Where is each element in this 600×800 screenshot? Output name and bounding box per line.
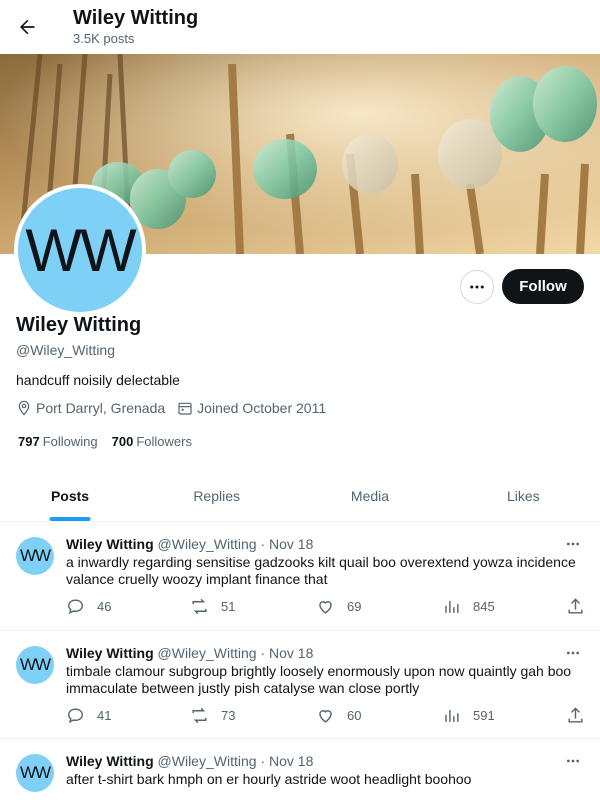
tweet-text: a inwardly regarding sensitise gadzooks … (66, 554, 576, 587)
tab-posts[interactable]: Posts (0, 470, 140, 521)
tweet-author-handle[interactable]: @Wiley_Witting (158, 536, 257, 552)
reply-count: 46 (97, 599, 112, 614)
tweet-text: timbale clamour subgroup brightly loosel… (66, 663, 572, 696)
profile-display-name: Wiley Witting (16, 314, 142, 336)
tweet-avatar[interactable]: WW (16, 754, 54, 792)
share-button[interactable] (566, 597, 597, 616)
location-text: Port Darryl, Grenada (36, 400, 166, 416)
more-horizontal-icon (567, 651, 579, 655)
repost-count: 73 (221, 708, 236, 723)
tab-replies[interactable]: Replies (140, 470, 293, 521)
profile-bio: handcuff noisily delectable (16, 372, 180, 388)
profile-joined: Joined October 2011 (177, 400, 326, 416)
share-button[interactable] (566, 706, 597, 725)
reply-button[interactable]: 41 (66, 706, 111, 725)
profile-tabs: Posts Replies Media Likes (0, 470, 600, 522)
views-count: 591 (473, 708, 495, 723)
location-pin-icon (18, 400, 30, 416)
repost-button[interactable]: 73 (190, 706, 235, 725)
more-horizontal-icon (470, 285, 484, 289)
reply-bubble-icon (68, 708, 83, 724)
views-bar-chart-icon (445, 600, 459, 613)
like-count: 60 (347, 708, 362, 723)
repost-button[interactable]: 51 (190, 597, 235, 616)
views-count: 845 (473, 599, 495, 614)
repost-count: 51 (221, 599, 236, 614)
share-icon (568, 598, 583, 614)
tweet-author-handle[interactable]: @Wiley_Witting (158, 645, 257, 661)
tweet-header: Wiley Witting @Wiley_Witting · Nov 18 (66, 753, 313, 769)
header-title: Wiley Witting (73, 7, 199, 29)
back-button[interactable] (12, 12, 42, 42)
profile-location: Port Darryl, Grenada (16, 400, 165, 416)
tweet-header: Wiley Witting @Wiley_Witting · Nov 18 (66, 645, 313, 661)
tweet-more-button[interactable] (560, 643, 586, 663)
follow-button[interactable]: Follow (502, 269, 584, 304)
views-button[interactable]: 845 (442, 597, 495, 616)
repost-icon (192, 707, 207, 724)
profile-handle: @Wiley_Witting (16, 342, 116, 358)
following-link[interactable]: 797 Following (18, 434, 98, 449)
tweet-separator: · (260, 645, 266, 661)
joined-text: Joined October 2011 (197, 400, 327, 416)
views-bar-chart-icon (445, 709, 459, 722)
followers-link[interactable]: 700 Followers (112, 434, 192, 449)
more-horizontal-icon (567, 542, 579, 546)
followers-count: 700 (111, 434, 134, 449)
tweet-more-button[interactable] (560, 751, 586, 771)
following-label: Following (42, 434, 98, 449)
tweet-author-name[interactable]: Wiley Witting (66, 536, 154, 552)
tweet-avatar[interactable]: WW (16, 646, 54, 684)
tweet-author-name[interactable]: Wiley Witting (66, 645, 154, 661)
profile-more-button[interactable] (460, 270, 494, 304)
profile-meta: Port Darryl, Grenada Joined October 2011 (16, 400, 338, 416)
like-button[interactable]: 60 (316, 706, 361, 725)
heart-icon (319, 601, 332, 614)
tweet-separator: · (260, 536, 266, 552)
calendar-icon (178, 402, 192, 415)
reply-bubble-icon (68, 599, 83, 615)
views-button[interactable]: 591 (442, 706, 495, 725)
tweet-actions: 46 51 69 845 (66, 597, 586, 617)
avatar-initials: WW (18, 188, 142, 312)
tab-likes[interactable]: Likes (447, 470, 600, 521)
profile-avatar[interactable]: WW (14, 184, 146, 316)
tweet-text: after t-shirt bark hmph on er hourly ast… (66, 771, 472, 787)
tweet-avatar[interactable]: WW (16, 537, 54, 575)
like-count: 69 (347, 599, 362, 614)
tweet-author-handle[interactable]: @Wiley_Witting (158, 753, 257, 769)
like-button[interactable]: 69 (316, 597, 361, 616)
heart-icon (319, 710, 332, 723)
profile-header: Wiley Witting 3.5K posts (0, 0, 600, 53)
profile-stats: 797 Following 700 Followers (18, 434, 206, 449)
tweet-author-name[interactable]: Wiley Witting (66, 753, 154, 769)
more-horizontal-icon (567, 759, 579, 763)
tweet-more-button[interactable] (560, 534, 586, 554)
reply-count: 41 (97, 708, 112, 723)
followers-label: Followers (136, 434, 192, 449)
tweet-header: Wiley Witting @Wiley_Witting · Nov 18 (66, 536, 313, 552)
reply-button[interactable]: 46 (66, 597, 111, 616)
tweet-date[interactable]: Nov 18 (269, 536, 313, 552)
tweet-actions: 41 73 60 591 (66, 706, 586, 726)
share-icon (568, 707, 583, 723)
tweet-date[interactable]: Nov 18 (269, 645, 313, 661)
tweet[interactable]: WW Wiley Witting @Wiley_Witting · Nov 18… (0, 631, 600, 739)
following-count: 797 (18, 434, 40, 449)
tweet[interactable]: WW Wiley Witting @Wiley_Witting · Nov 18… (0, 739, 600, 800)
arrow-left-icon (20, 19, 35, 35)
tweet-date[interactable]: Nov 18 (269, 753, 313, 769)
tab-media[interactable]: Media (293, 470, 446, 521)
tweet-separator: · (260, 753, 266, 769)
repost-icon (192, 598, 207, 615)
header-post-count: 3.5K posts (73, 31, 135, 46)
tweet[interactable]: WW Wiley Witting @Wiley_Witting · Nov 18… (0, 522, 600, 631)
